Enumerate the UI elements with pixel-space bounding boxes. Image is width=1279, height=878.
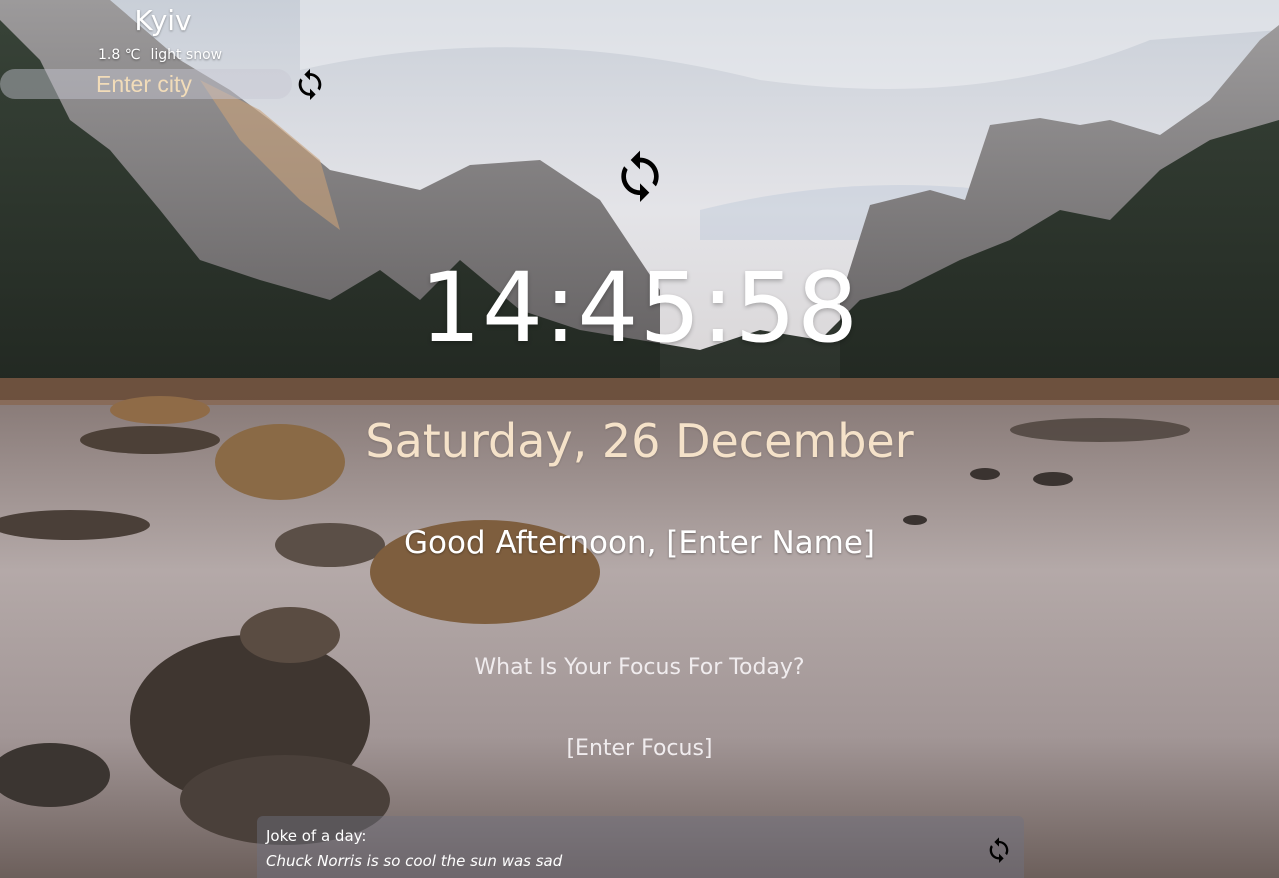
greeting: Good Afternoon, [Enter Name]: [0, 525, 1279, 561]
refresh-icon: [621, 150, 659, 202]
focus-question: What Is Your Focus For Today?: [474, 655, 805, 680]
name-input[interactable]: [Enter Name]: [666, 525, 875, 561]
weather-details: 1.8 ℃ light snow: [98, 47, 222, 63]
clock-time: 14:45:58: [419, 252, 860, 364]
refresh-icon: [989, 837, 1009, 863]
weather-widget: Kyiv 1.8 ℃ light snow Enter city: [0, 0, 322, 100]
joke-panel: Joke of a day: Chuck Norris is so cool t…: [257, 816, 1024, 878]
joke-title: Joke of a day:: [266, 827, 367, 845]
joke-refresh-button[interactable]: [985, 834, 1013, 864]
weather-city: Kyiv: [134, 4, 192, 37]
focus-input[interactable]: [Enter Focus]: [0, 736, 1279, 761]
city-input[interactable]: Enter city: [0, 69, 292, 99]
change-background-button[interactable]: [612, 144, 668, 204]
greeting-salutation: Good Afternoon,: [403, 525, 667, 561]
weather-refresh-button[interactable]: [293, 66, 327, 100]
refresh-icon: [298, 68, 322, 100]
date-text: Saturday, 26 December: [365, 414, 914, 468]
joke-text: Chuck Norris is so cool the sun was sad: [266, 852, 563, 870]
weather-temperature: 1.8 ℃: [98, 47, 141, 63]
weather-description: light snow: [150, 47, 223, 63]
